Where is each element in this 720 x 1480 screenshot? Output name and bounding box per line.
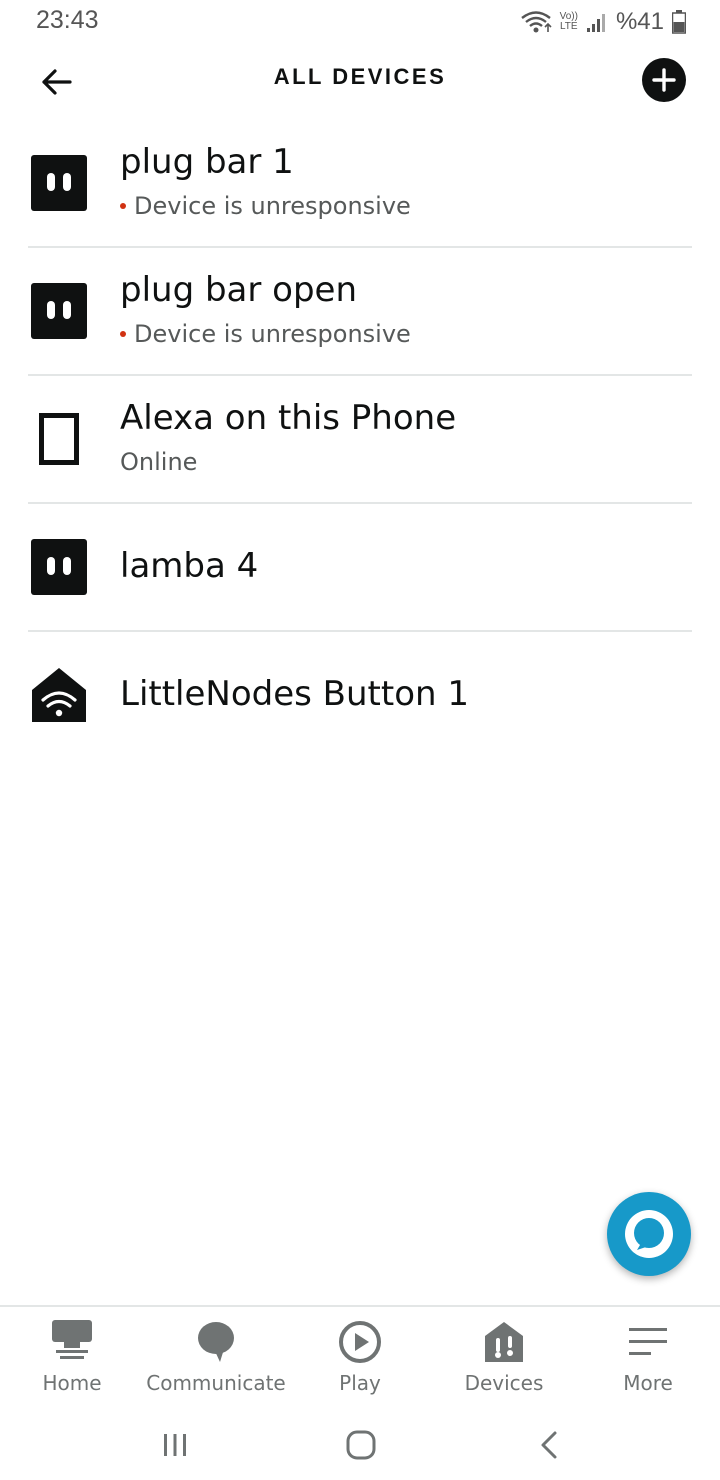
device-row-plug-bar-open[interactable]: plug bar open Device is unresponsive: [28, 248, 692, 376]
plug-icon: [30, 538, 88, 596]
device-row-alexa-on-this-phone[interactable]: Alexa on this Phone Online: [28, 376, 692, 504]
battery-icon: [672, 10, 686, 34]
phone-icon: [30, 410, 88, 468]
device-row-littlenodes-button-1[interactable]: LittleNodes Button 1: [28, 632, 692, 760]
device-status: Device is unresponsive: [120, 192, 411, 220]
bottom-nav: Home Communicate Play Devices More: [0, 1305, 720, 1410]
menu-icon: [576, 1319, 720, 1365]
nav-home[interactable]: Home: [0, 1307, 144, 1412]
error-dot: [120, 331, 126, 337]
plug-icon: [30, 282, 88, 340]
nav-play[interactable]: Play: [288, 1307, 432, 1412]
device-status-text: Device is unresponsive: [134, 192, 411, 220]
device-list: plug bar 1 Device is unresponsive plug b…: [28, 120, 692, 760]
recent-apps-button[interactable]: [145, 1420, 205, 1470]
status-icons: Vo)) LTE %41: [520, 6, 686, 38]
plus-icon: [652, 68, 676, 92]
alexa-icon: [625, 1210, 673, 1258]
plug-icon: [30, 154, 88, 212]
device-row-plug-bar-1[interactable]: plug bar 1 Device is unresponsive: [28, 120, 692, 248]
signal-icon: [586, 14, 605, 32]
status-bar: 23:43 Vo)) LTE %41: [0, 0, 720, 44]
device-row-lamba-4[interactable]: lamba 4: [28, 504, 692, 632]
devices-icon: [432, 1319, 576, 1365]
system-nav-bar: [0, 1410, 720, 1480]
status-time: 23:43: [36, 6, 99, 34]
home-circle-icon: [346, 1430, 376, 1460]
nav-home-label: Home: [42, 1371, 102, 1395]
home-system-button[interactable]: [331, 1420, 391, 1470]
add-device-button[interactable]: [642, 58, 686, 102]
wifi-icon: [520, 11, 552, 33]
home-icon: [0, 1319, 144, 1365]
device-name: plug bar 1: [120, 142, 294, 182]
nav-devices-label: Devices: [464, 1371, 544, 1395]
chevron-left-icon: [541, 1431, 557, 1459]
device-status-text: Online: [120, 448, 198, 476]
nav-play-label: Play: [339, 1371, 381, 1395]
error-dot: [120, 203, 126, 209]
nav-communicate-label: Communicate: [146, 1371, 286, 1395]
back-system-button[interactable]: [519, 1420, 579, 1470]
device-status: Device is unresponsive: [120, 320, 411, 348]
battery-percent: %41: [615, 8, 664, 35]
nav-more-label: More: [623, 1371, 673, 1395]
chat-bubble-icon: [144, 1319, 288, 1365]
nav-more[interactable]: More: [576, 1307, 720, 1412]
header: ALL DEVICES: [0, 44, 720, 120]
recent-apps-icon: [164, 1434, 186, 1456]
device-name: Alexa on this Phone: [120, 398, 457, 438]
device-name: LittleNodes Button 1: [120, 674, 469, 714]
play-icon: [288, 1319, 432, 1365]
page-title: ALL DEVICES: [273, 64, 447, 89]
alexa-button[interactable]: [607, 1192, 691, 1276]
device-name: plug bar open: [120, 270, 358, 310]
wifi-home-icon: [30, 666, 88, 724]
volte-indicator: Vo)) LTE: [560, 12, 578, 32]
nav-devices[interactable]: Devices: [432, 1307, 576, 1412]
lte-label: LTE: [559, 21, 578, 32]
device-status-text: Device is unresponsive: [134, 320, 411, 348]
nav-communicate[interactable]: Communicate: [144, 1307, 288, 1412]
device-status: Online: [120, 448, 197, 476]
device-name: lamba 4: [120, 546, 259, 586]
